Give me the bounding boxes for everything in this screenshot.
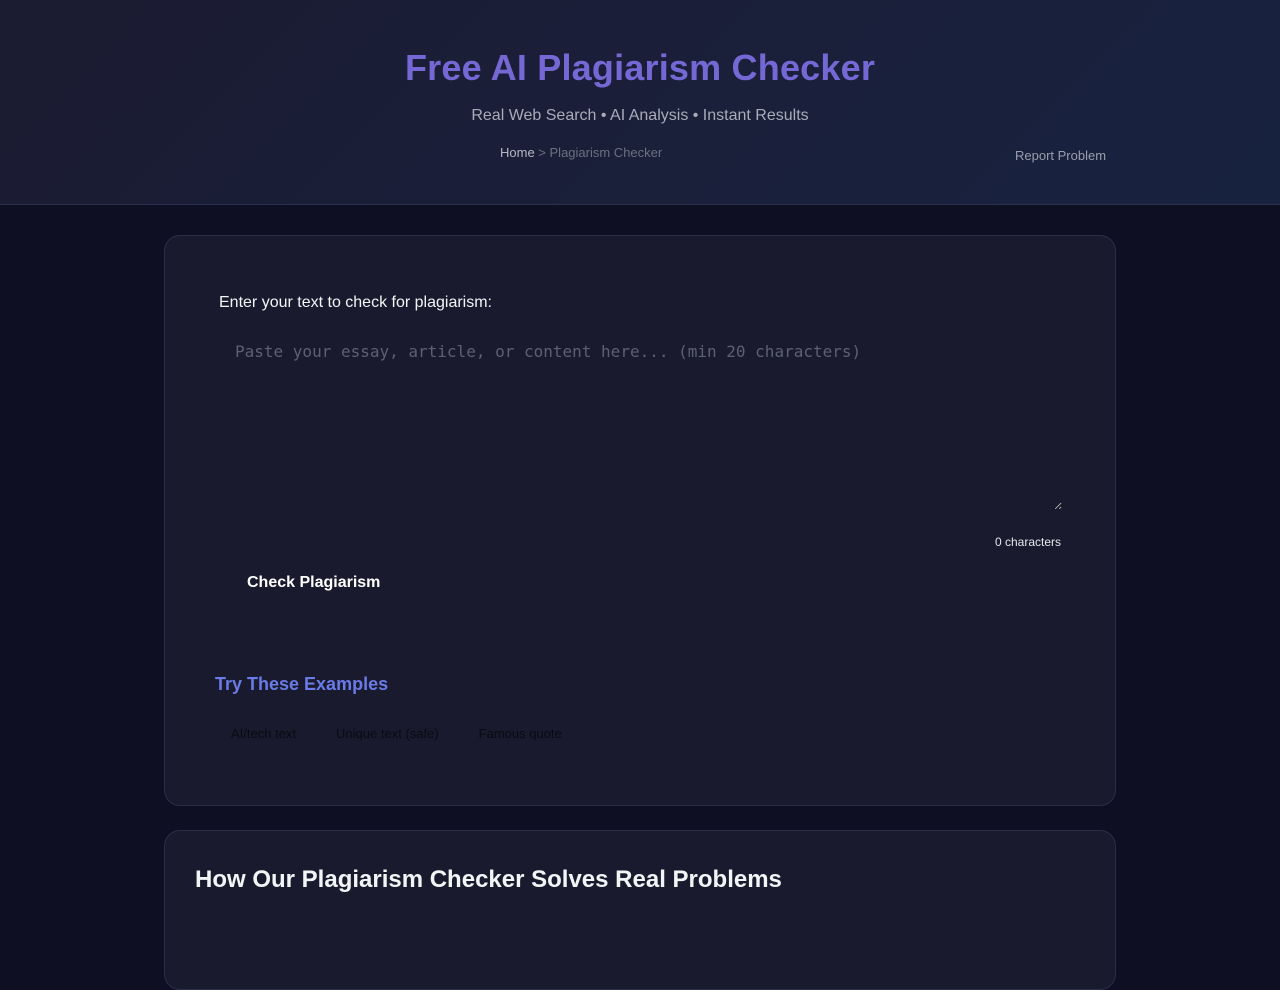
example-famous-quote-button[interactable]: Famous quote xyxy=(463,720,578,747)
page-title: Free AI Plagiarism Checker xyxy=(404,47,876,88)
text-input-label: Enter your text to check for plagiarism: xyxy=(219,294,492,311)
info-card: How Our Plagiarism Checker Solves Real P… xyxy=(164,830,1116,990)
breadcrumb-home-link[interactable]: Home xyxy=(500,145,535,160)
breadcrumb-current: Plagiarism Checker xyxy=(549,145,663,160)
breadcrumb: Home > Plagiarism Checker xyxy=(500,145,662,160)
examples-list: AI/tech text Unique text (safe) Famous q… xyxy=(215,720,586,747)
report-problem-link[interactable]: Report Problem xyxy=(1015,148,1106,163)
info-heading: How Our Plagiarism Checker Solves Real P… xyxy=(195,866,782,893)
example-ai-tech-button[interactable]: AI/tech text xyxy=(215,720,312,747)
examples-heading: Try These Examples xyxy=(215,674,389,694)
check-plagiarism-button[interactable]: Check Plagiarism xyxy=(219,564,408,602)
page-subtitle: Real Web Search • AI Analysis • Instant … xyxy=(471,107,809,124)
checker-card: Enter your text to check for plagiarism:… xyxy=(164,235,1116,806)
example-unique-text-button[interactable]: Unique text (safe) xyxy=(320,720,455,747)
plagiarism-text-input[interactable] xyxy=(219,330,1062,510)
page-header: Free AI Plagiarism Checker Real Web Sear… xyxy=(0,0,1280,205)
breadcrumb-separator: > xyxy=(534,145,550,160)
character-count: 0 characters xyxy=(994,535,1061,549)
